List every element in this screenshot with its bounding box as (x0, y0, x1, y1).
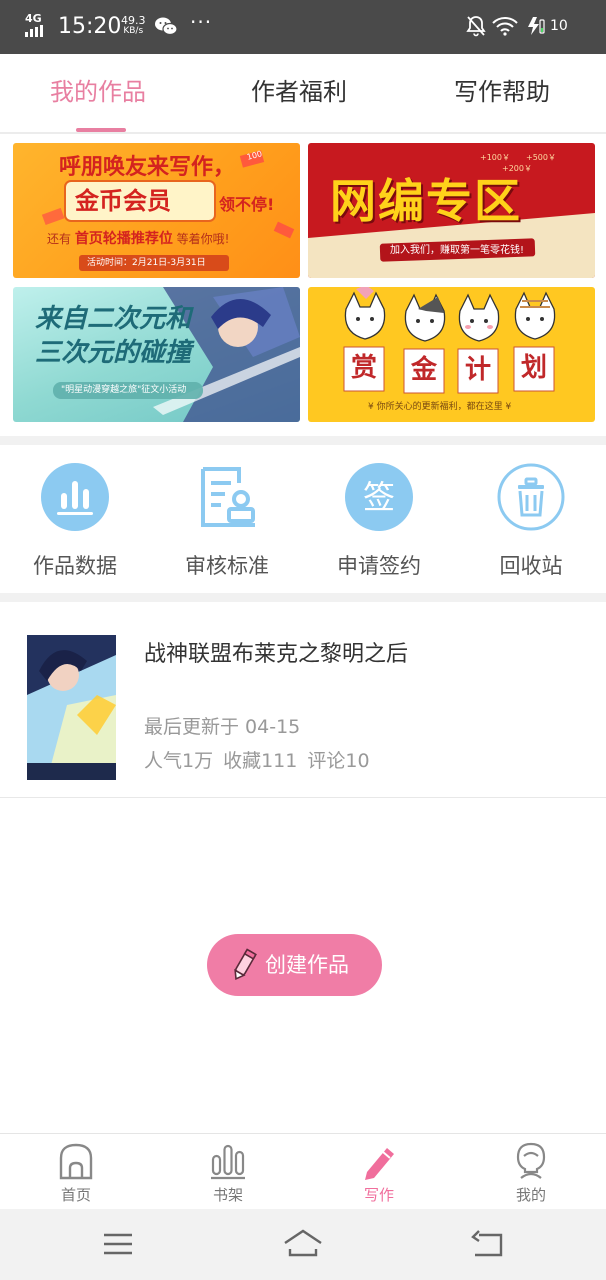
charging-icon (528, 17, 545, 35)
review-document-icon (201, 467, 255, 527)
banner-invite-line1: 呼朋唤友来写作， (59, 155, 236, 180)
banner-editor-deco3: +200￥ (502, 164, 532, 173)
nav-label: 书架 (212, 1186, 243, 1204)
profile-icon (516, 1142, 546, 1179)
banner-bounty-char-2: 金 (410, 355, 437, 385)
quick-action-work-data[interactable]: 作品数据 (15, 461, 135, 581)
quick-action-recycle-bin[interactable]: 回收站 (471, 461, 591, 581)
banner-bounty-char-3: 计 (464, 355, 491, 385)
speed-value: 49.3 (121, 14, 146, 27)
tab-writing-help[interactable]: 写作帮助 (454, 76, 550, 108)
banner-editor-title: 网编专区 (330, 174, 522, 228)
bookshelf-icon (211, 1144, 245, 1180)
work-list-item[interactable]: 战神联盟布莱克之黎明之后 最后更新于 04-15 人气1万 收藏111 评论10 (0, 602, 606, 798)
speed-unit: KB/s (123, 26, 144, 36)
nav-home[interactable]: 首页 (36, 1142, 116, 1206)
menu-icon[interactable] (98, 1227, 138, 1261)
tab-author-benefits[interactable]: 作者福利 (251, 76, 347, 108)
banner-editor-deco1: +100￥ (480, 153, 510, 162)
work-last-updated: 最后更新于 04-15 (144, 716, 301, 738)
status-bar: 4G 15:20 49.3 KB/s ··· 10 (0, 0, 606, 54)
bottom-navigation: 首页 书架 写作 我的 (0, 1133, 606, 1209)
banner-invite-friends[interactable]: 呼朋唤友来写作， 金币会员 领不停! 还有 首页轮播推荐位 等着你哦! 活动时间… (13, 143, 300, 278)
banner-bounty-char-1: 赏 (350, 353, 377, 383)
nav-write[interactable]: 写作 (339, 1142, 419, 1206)
work-favorites: 收藏111 (223, 750, 298, 772)
network-type: 4G (25, 12, 42, 25)
quick-action-review-standards[interactable]: 审核标准 (167, 461, 287, 581)
work-title[interactable]: 战神联盟布莱克之黎明之后 (144, 640, 408, 670)
banner-anime-title-1: 来自二次元和 (35, 304, 192, 334)
sign-contract-icon: 签 (345, 463, 413, 531)
nav-profile[interactable]: 我的 (491, 1142, 571, 1206)
banner-editor-zone[interactable]: 网编专区 加入我们，赚取第一笔零花钱! +100￥ +500￥ +200￥ (308, 143, 595, 278)
network-speed: 49.3 KB/s (121, 15, 146, 36)
section-divider (0, 593, 606, 602)
active-tab-indicator (76, 128, 126, 132)
battery-level: 10 (550, 18, 568, 34)
wechat-icon (155, 17, 177, 36)
bell-muted-icon (466, 16, 486, 37)
book-cover-art (27, 635, 116, 780)
cat-3 (458, 293, 500, 342)
work-comments: 评论10 (307, 750, 370, 772)
banner-anime-title-2: 三次元的碰撞 (35, 338, 192, 368)
banner-anime-crossover[interactable]: 来自二次元和 三次元的碰撞 "明星动漫穿越之旅"征文小活动 (13, 287, 300, 422)
section-divider (0, 436, 606, 445)
cellular-signal-icon: 4G (25, 13, 51, 37)
banner-invite-highlight: 金币会员 (75, 187, 171, 215)
home-button-icon[interactable] (283, 1227, 323, 1261)
trash-icon (497, 463, 565, 531)
home-icon (59, 1143, 93, 1180)
tab-my-works[interactable]: 我的作品 (50, 76, 146, 108)
banner-bounty-caption: ¥ 你所关心的更新福利，都在这里 ¥ (368, 402, 512, 412)
more-notifications-icon: ··· (190, 10, 213, 34)
quick-action-label: 作品数据 (33, 554, 117, 578)
pen-write-icon (365, 1148, 394, 1180)
work-stats: 人气1万 收藏111 评论10 (144, 748, 380, 774)
pencil-icon (234, 948, 257, 981)
quick-actions: 作品数据 审核标准 签 申请签约 回收站 (0, 445, 606, 593)
quick-action-label: 审核标准 (185, 554, 269, 578)
banner-invite-line3-b: 首页轮播推荐位 (74, 231, 173, 247)
bar-chart-icon (41, 463, 109, 531)
create-work-label: 创建作品 (265, 953, 349, 977)
wifi-icon (492, 17, 518, 36)
cat-2 (404, 293, 446, 342)
banner-bounty-plan[interactable]: 赏 金 计 划 ¥ 你所关心的更新福利，都在这里 ¥ (308, 287, 595, 422)
quick-action-label: 申请签约 (337, 554, 421, 578)
quick-action-apply-contract[interactable]: 签 申请签约 (319, 461, 439, 581)
nav-label: 写作 (363, 1186, 394, 1204)
banner-bounty-char-4: 划 (520, 353, 547, 383)
system-navigation-bar (0, 1209, 606, 1280)
banner-editor-deco2: +500￥ (526, 153, 556, 162)
back-icon[interactable] (467, 1227, 507, 1261)
banner-editor-subtitle: 加入我们，赚取第一笔零花钱! (390, 245, 525, 256)
work-popularity: 人气1万 (144, 750, 214, 772)
cat-1 (344, 287, 386, 340)
banner-invite-line3: 还有 首页轮播推荐位 等着你哦! (47, 231, 229, 247)
quick-action-label: 回收站 (499, 554, 563, 578)
top-tabs: 我的作品 作者福利 写作帮助 (0, 54, 606, 134)
banner-invite-line3-a: 还有 (47, 232, 72, 246)
create-work-button[interactable]: 创建作品 (207, 934, 382, 996)
cat-4 (514, 291, 556, 340)
banner-invite-date: 活动时间：2月21日-3月31日 (87, 258, 206, 268)
book-cover[interactable] (27, 635, 116, 780)
banner-invite-line3-c: 等着你哦! (176, 232, 230, 246)
banner-invite-suffix: 领不停! (219, 195, 275, 214)
nav-label: 首页 (60, 1186, 91, 1204)
banner-anime-caption: "明星动漫穿越之旅"征文小活动 (61, 385, 187, 395)
banner-grid: 呼朋唤友来写作， 金币会员 领不停! 还有 首页轮播推荐位 等着你哦! 活动时间… (0, 136, 606, 436)
sign-glyph: 签 (363, 478, 395, 516)
nav-bookshelf[interactable]: 书架 (188, 1142, 268, 1206)
clock: 15:20 (58, 14, 122, 39)
nav-label: 我的 (515, 1186, 546, 1204)
